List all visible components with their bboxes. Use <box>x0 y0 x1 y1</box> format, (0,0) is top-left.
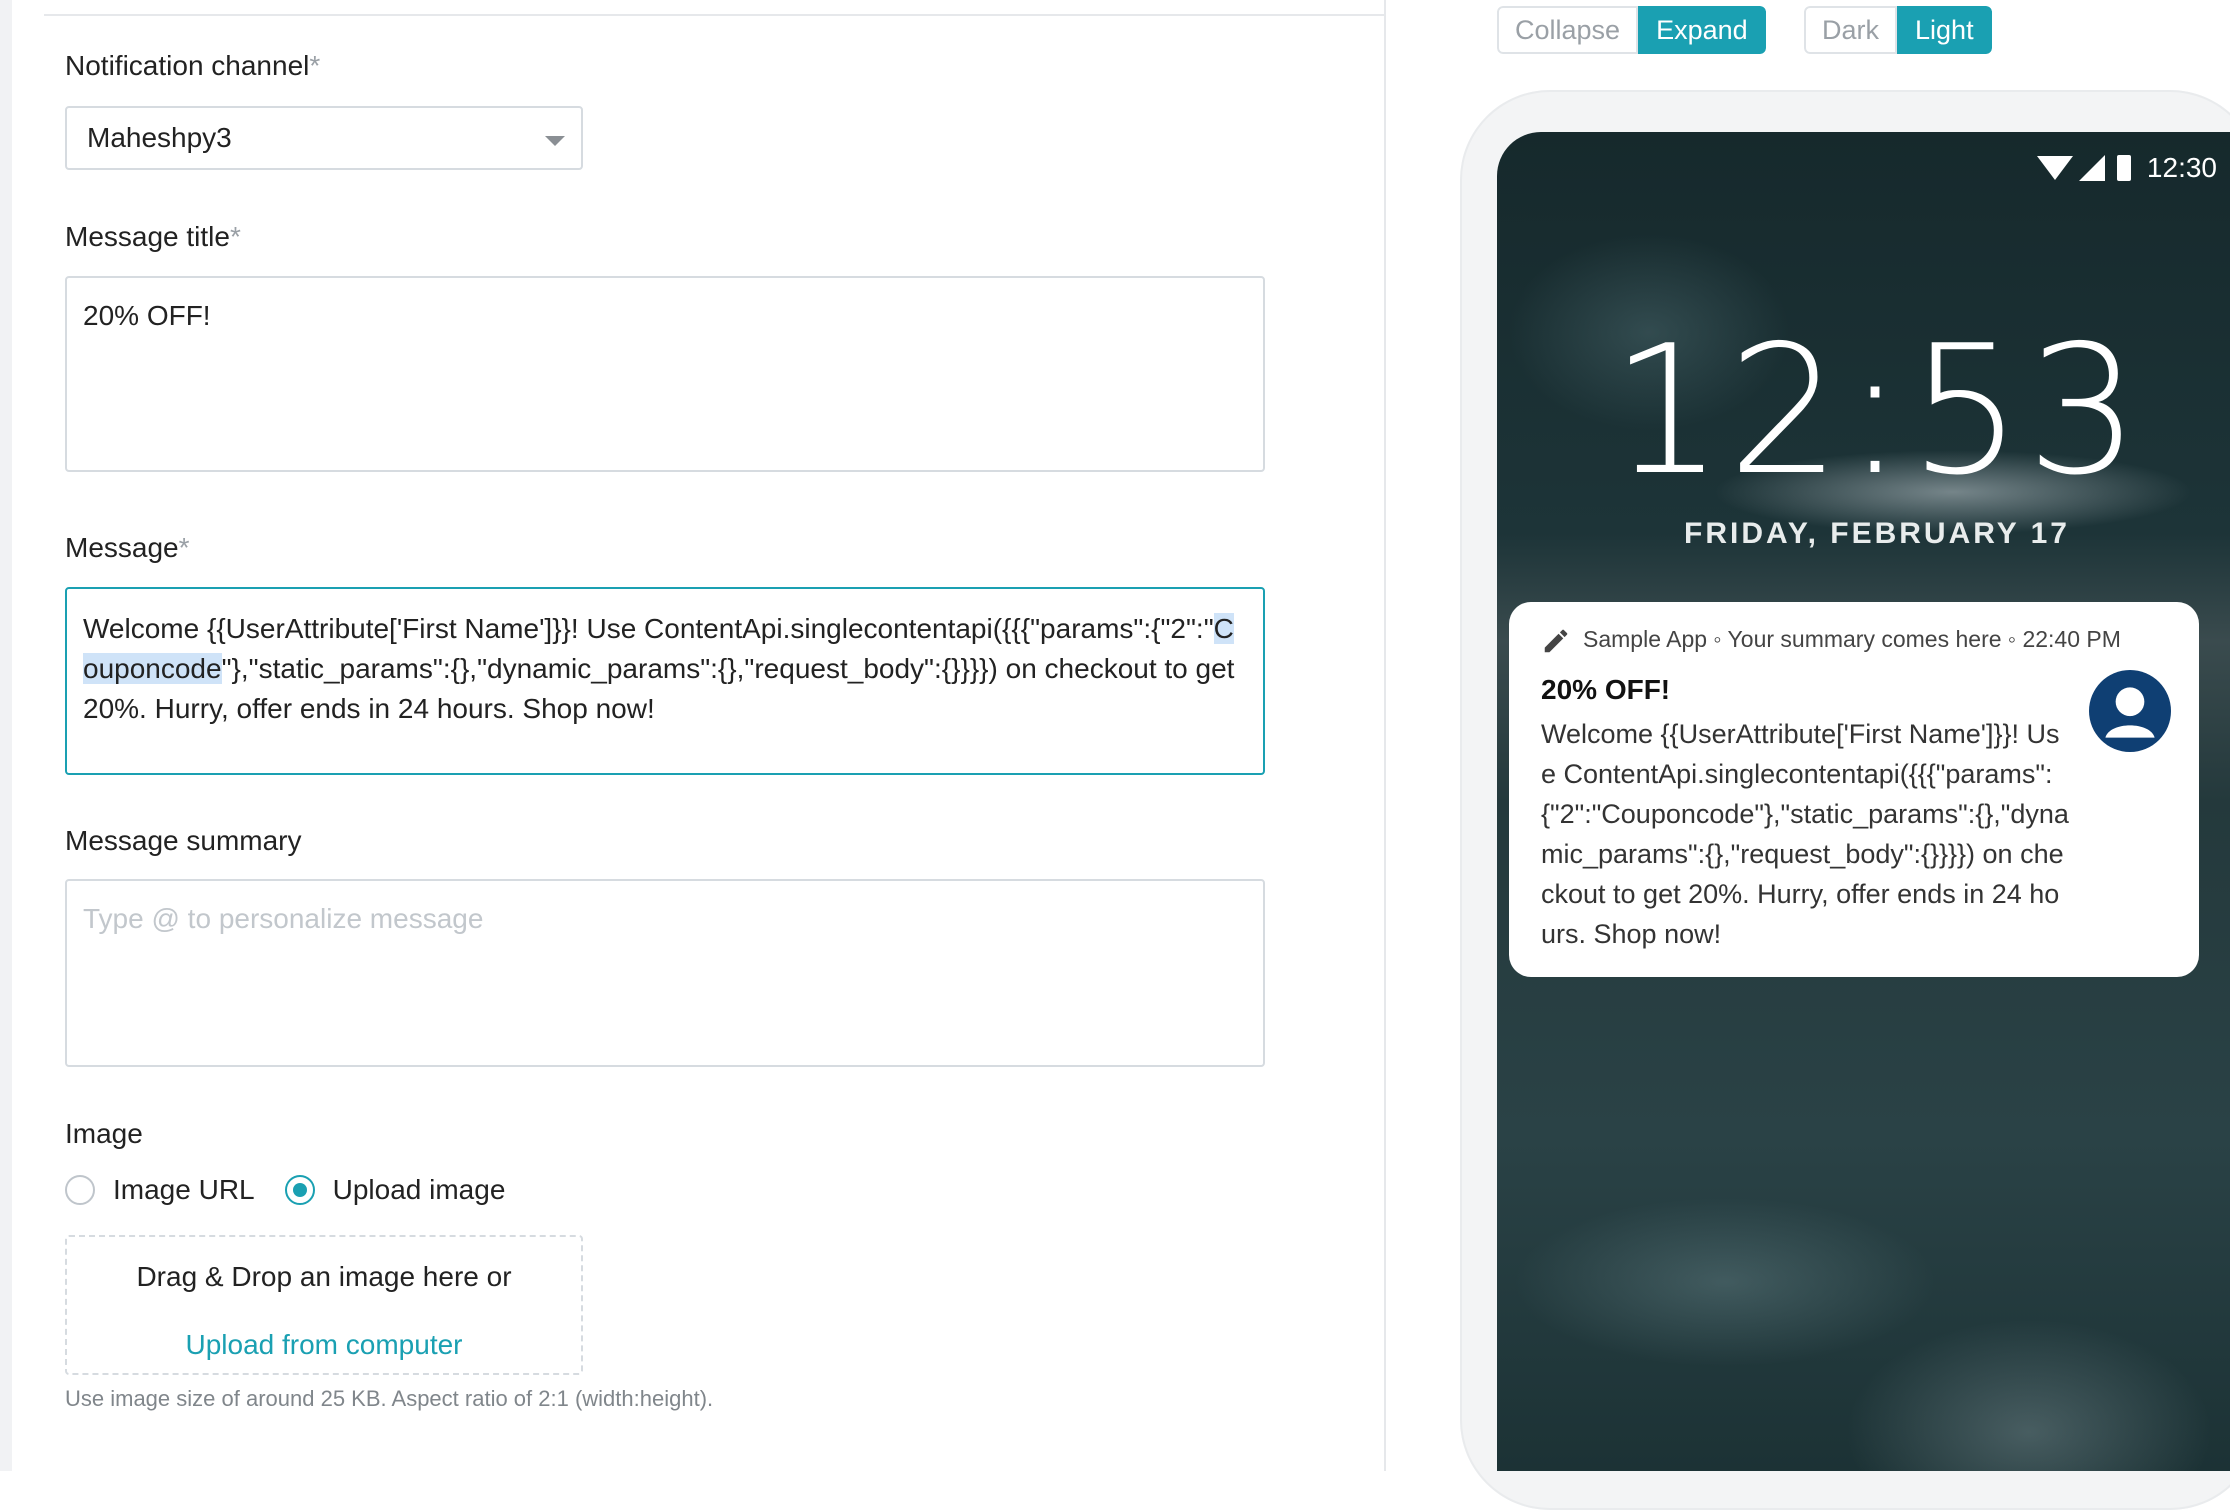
notification-channel-label-text: Notification channel <box>65 50 310 81</box>
message-input[interactable]: Welcome {{UserAttribute['First Name']}}!… <box>65 587 1265 775</box>
message-title-label-text: Message title <box>65 221 230 252</box>
radio-button-checked-icon[interactable] <box>284 1175 315 1205</box>
message-text-before: Welcome {{UserAttribute['First Name']}}!… <box>83 613 1214 644</box>
notification-card: Sample App ◦ Your summary comes here ◦ 2… <box>1509 602 2199 977</box>
radio-image-url[interactable]: Image URL <box>65 1174 255 1206</box>
image-source-radio-group: Image URL Upload image <box>65 1174 535 1206</box>
theme-toggle: Dark Light <box>1804 6 1992 54</box>
expand-button[interactable]: Expand <box>1638 6 1766 54</box>
message-label: Message* <box>65 532 190 564</box>
radio-button-icon[interactable] <box>65 1175 95 1205</box>
radio-upload-image-label: Upload image <box>332 1174 506 1205</box>
left-gutter <box>0 0 12 1471</box>
image-label-text: Image <box>65 1118 143 1149</box>
dark-theme-button[interactable]: Dark <box>1804 6 1898 54</box>
radio-image-url-label: Image URL <box>113 1174 255 1205</box>
message-title-input[interactable]: 20% OFF! <box>65 276 1265 472</box>
signal-icon <box>2078 155 2105 181</box>
notification-title: 20% OFF! <box>1541 674 1671 705</box>
message-summary-placeholder: Type @ to personalize message <box>83 903 484 934</box>
collapse-button[interactable]: Collapse <box>1497 6 1639 54</box>
notification-channel-value: Maheshpy3 <box>87 122 232 153</box>
lock-screen-clock: 12:53 <box>1610 307 2144 514</box>
phone-lock-screen: 12:30 12:53 FRIDAY, FEBRUARY 17 Sample A… <box>1497 132 2230 1471</box>
message-label-text: Message <box>65 532 179 563</box>
chevron-down-icon <box>545 136 565 146</box>
wifi-icon <box>2036 156 2073 180</box>
lock-screen-date: FRIDAY, FEBRUARY 17 <box>1684 517 2070 550</box>
notification-body: Welcome {{UserAttribute['First Name']}}!… <box>1541 719 2069 949</box>
message-summary-label-text: Message summary <box>65 825 302 856</box>
status-time: 12:30 <box>2146 152 2217 183</box>
required-marker: * <box>178 532 190 563</box>
image-dropzone[interactable]: Drag & Drop an image here or Upload from… <box>65 1235 583 1375</box>
notification-channel-label: Notification channel* <box>65 50 320 82</box>
image-label: Image <box>65 1118 143 1150</box>
pencil-icon <box>1544 629 1568 653</box>
user-avatar-icon <box>2089 670 2171 752</box>
required-marker: * <box>309 50 321 81</box>
dropzone-text: Drag & Drop an image here or <box>136 1261 512 1292</box>
notification-meta: Sample App ◦ Your summary comes here ◦ 2… <box>1583 626 2121 652</box>
size-toggle: Collapse Expand <box>1497 6 1766 54</box>
image-hint: Use image size of around 25 KB. Aspect r… <box>65 1386 714 1411</box>
message-text-after: "},"static_params":{},"dynamic_params":{… <box>83 653 1235 724</box>
message-summary-input[interactable]: Type @ to personalize message <box>65 879 1265 1067</box>
light-theme-button[interactable]: Light <box>1897 6 1992 54</box>
radio-upload-image[interactable]: Upload image <box>284 1174 506 1206</box>
required-marker: * <box>229 221 241 252</box>
status-bar: 12:30 <box>2036 152 2217 184</box>
message-summary-label: Message summary <box>65 825 302 857</box>
notification-channel-select[interactable]: Maheshpy3 <box>65 106 583 170</box>
battery-icon <box>2116 155 2131 181</box>
upload-from-computer-link[interactable]: Upload from computer <box>67 1329 581 1361</box>
message-title-label: Message title* <box>65 221 241 253</box>
divider <box>44 14 1384 16</box>
message-title-value: 20% OFF! <box>83 300 211 331</box>
